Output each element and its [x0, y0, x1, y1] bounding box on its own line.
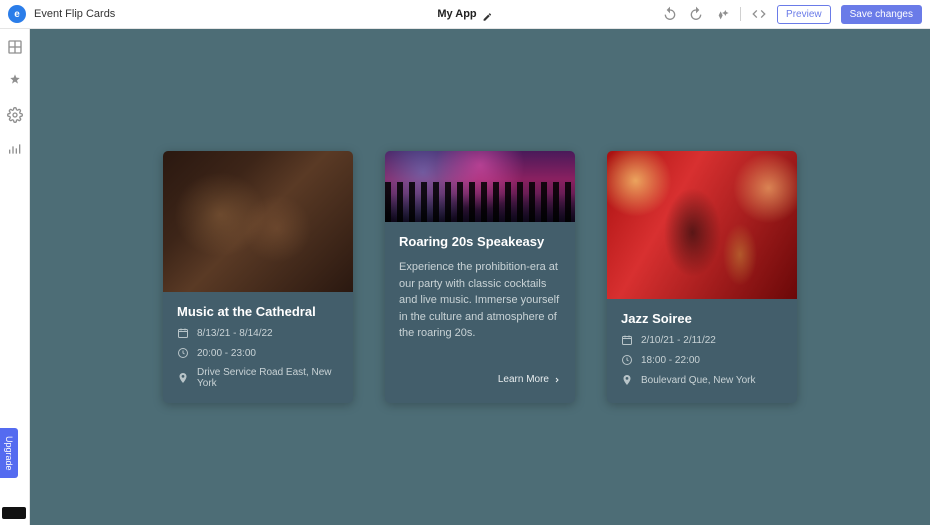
event-time-row: 20:00 - 23:00	[177, 347, 339, 359]
event-card-body: Jazz Soiree 2/10/21 - 2/11/22 18:00 - 22…	[607, 299, 797, 400]
redo-icon[interactable]	[688, 6, 704, 22]
event-card[interactable]: Music at the Cathedral 8/13/21 - 8/14/22…	[163, 151, 353, 403]
event-card[interactable]: Roaring 20s Speakeasy Experience the pro…	[385, 151, 575, 403]
chevron-right-icon	[553, 376, 561, 384]
event-description: Experience the prohibition-era at our pa…	[399, 259, 561, 342]
event-location-row: Boulevard Que, New York	[621, 374, 783, 386]
app-logo-icon[interactable]: e	[8, 5, 26, 23]
event-date: 2/10/21 - 2/11/22	[641, 335, 716, 346]
event-image	[385, 151, 575, 222]
event-time-row: 18:00 - 22:00	[621, 354, 783, 366]
event-image	[163, 151, 353, 292]
plugin-icon[interactable]	[7, 73, 23, 89]
undo-icon[interactable]	[662, 6, 678, 22]
event-time: 18:00 - 22:00	[641, 355, 700, 366]
event-location: Drive Service Road East, New York	[197, 367, 339, 389]
top-toolbar: e Event Flip Cards My App Preview Save c…	[0, 0, 930, 29]
event-date-row: 8/13/21 - 8/14/22	[177, 327, 339, 339]
event-time: 20:00 - 23:00	[197, 348, 256, 359]
preview-button[interactable]: Preview	[777, 5, 831, 24]
event-title: Jazz Soiree	[621, 311, 783, 326]
layout-icon[interactable]	[7, 39, 23, 55]
bottom-badge-icon[interactable]	[2, 507, 26, 519]
upgrade-tab[interactable]: Upgrade	[0, 428, 18, 478]
event-card-body: Music at the Cathedral 8/13/21 - 8/14/22…	[163, 292, 353, 403]
clock-icon	[177, 347, 189, 359]
canvas-area: Music at the Cathedral 8/13/21 - 8/14/22…	[30, 29, 930, 525]
event-title: Roaring 20s Speakeasy	[399, 234, 561, 249]
toolbar-left: e Event Flip Cards	[8, 5, 115, 23]
pin-icon	[177, 372, 189, 384]
app-name: My App	[437, 8, 476, 20]
toolbar-center: My App	[437, 8, 492, 20]
learn-more-label: Learn More	[498, 374, 549, 385]
settings-icon[interactable]	[7, 107, 23, 123]
event-card[interactable]: Jazz Soiree 2/10/21 - 2/11/22 18:00 - 22…	[607, 151, 797, 403]
save-changes-button[interactable]: Save changes	[841, 5, 922, 24]
clock-icon	[621, 354, 633, 366]
event-location: Boulevard Que, New York	[641, 375, 756, 386]
calendar-icon	[621, 334, 633, 346]
event-card-body: Roaring 20s Speakeasy Experience the pro…	[385, 222, 575, 403]
event-image	[607, 151, 797, 299]
event-location-row: Drive Service Road East, New York	[177, 367, 339, 389]
analytics-icon[interactable]	[7, 141, 23, 157]
edit-icon[interactable]	[483, 9, 493, 19]
calendar-icon	[177, 327, 189, 339]
page-name: Event Flip Cards	[34, 8, 115, 20]
learn-more-link[interactable]: Learn More	[498, 370, 561, 389]
event-date: 8/13/21 - 8/14/22	[197, 328, 273, 339]
toolbar-separator	[740, 7, 741, 21]
pin-icon	[621, 374, 633, 386]
magic-icon[interactable]	[714, 6, 730, 22]
toolbar-right: Preview Save changes	[662, 5, 922, 24]
code-icon[interactable]	[751, 6, 767, 22]
event-title: Music at the Cathedral	[177, 304, 339, 319]
event-date-row: 2/10/21 - 2/11/22	[621, 334, 783, 346]
